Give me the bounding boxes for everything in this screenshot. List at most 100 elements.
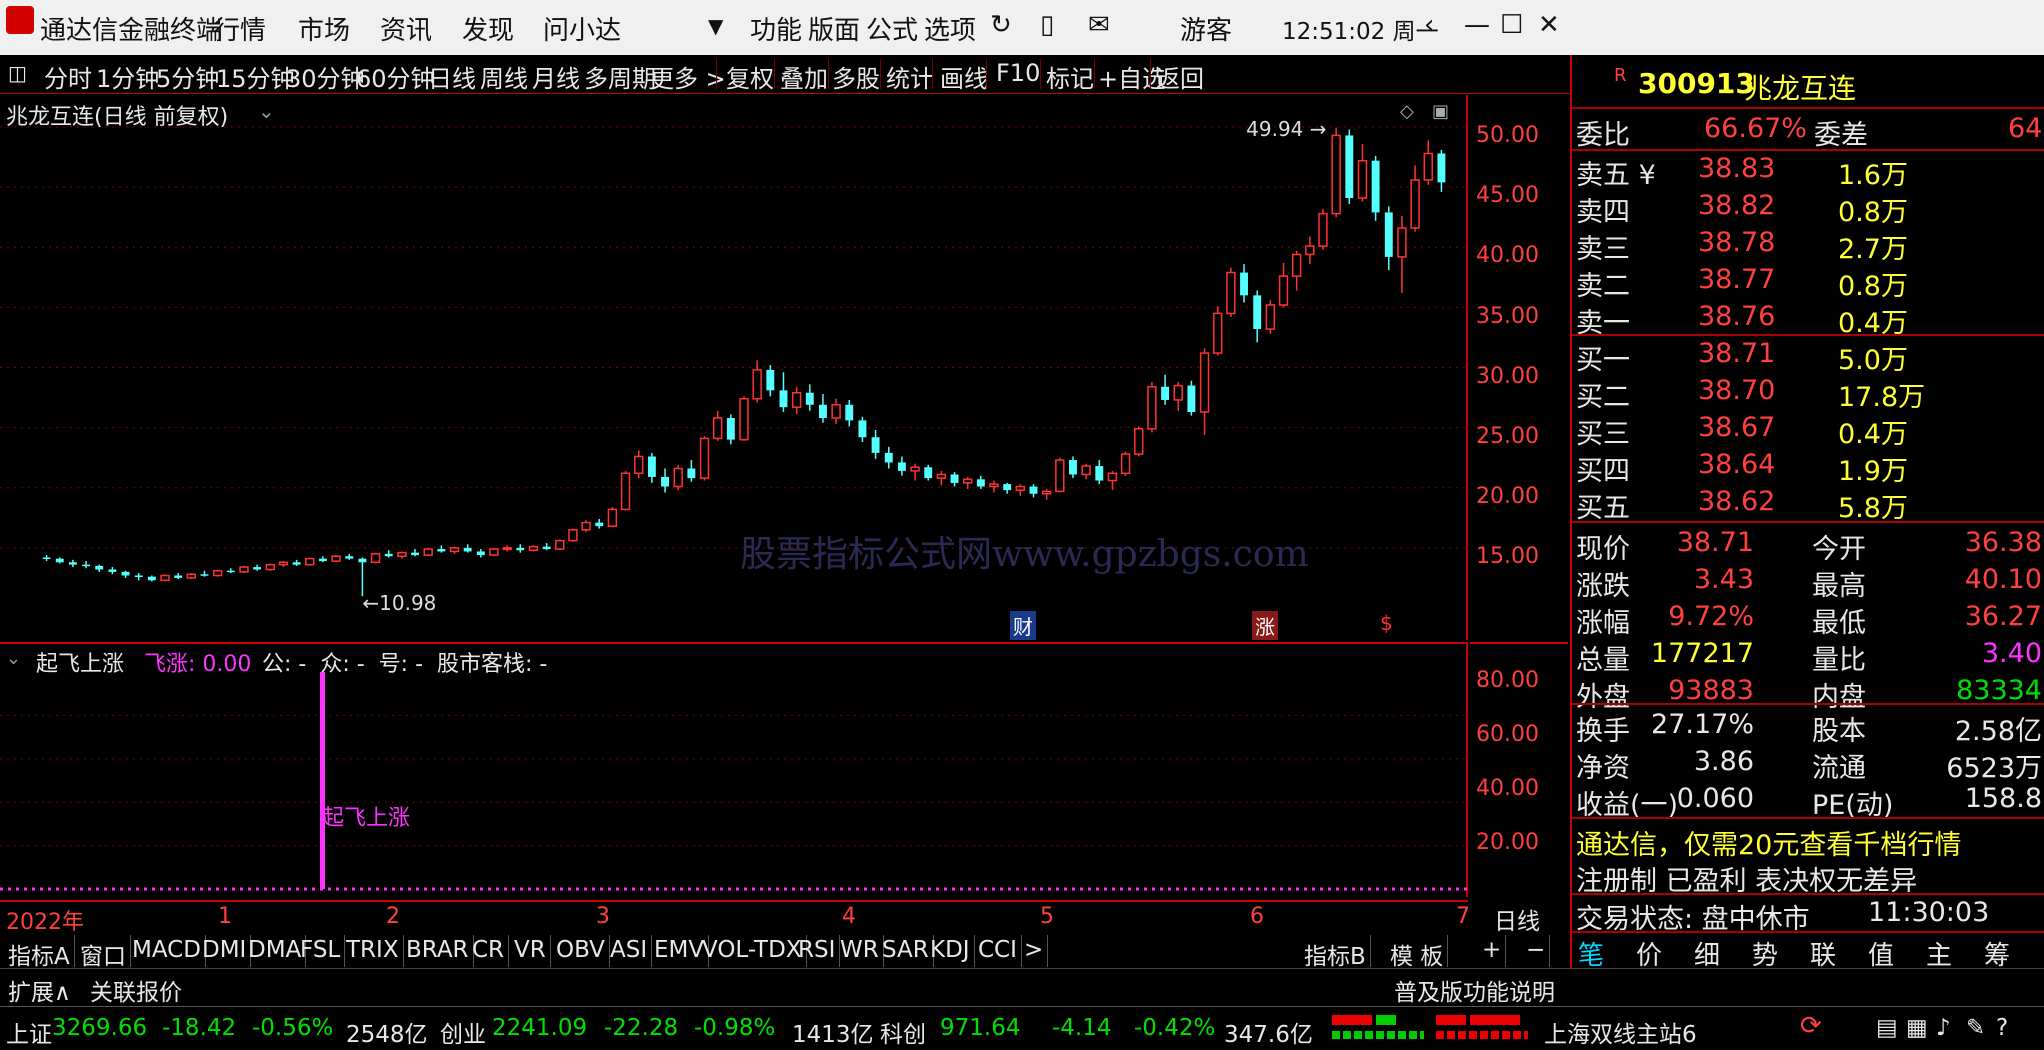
sidebar-toggle-icon[interactable]: ◫ [8,61,27,85]
toolbar-mark[interactable]: 标记 [1046,59,1094,94]
indicator-tab[interactable]: ASI [606,935,653,967]
menu-ask-xiaoda[interactable]: 问小达 [543,10,621,47]
back-chevron-icon[interactable]: ‹ [1424,10,1434,40]
menu-function[interactable]: 功能 [750,10,802,47]
indicator-tab[interactable]: FSL [296,935,346,967]
pin-icon[interactable]: ✎ [1966,1015,1985,1041]
indicator-tab[interactable]: TRIX [342,935,404,967]
detail-tab[interactable]: 笔 [1578,935,1604,972]
indicator-tab[interactable]: WR [836,935,884,967]
menu-formula[interactable]: 公式 [866,10,918,47]
indicator-tab-right[interactable]: 模 板 [1386,935,1449,970]
period-tab-daily[interactable]: 日线 [428,59,476,94]
toolbar-draw-line[interactable]: 画线 [940,59,988,94]
ask-level-row[interactable]: 卖四 38.82 0.8万 [1576,188,2042,228]
ask-level-row[interactable]: 卖二 38.77 0.8万 [1576,262,2042,302]
toolbar-multi-stock[interactable]: 多股 [832,59,880,94]
indicator-tab[interactable]: CR [468,935,510,967]
indicator-tab[interactable]: KDJ [926,935,975,967]
detail-tab[interactable]: 联 [1810,935,1836,972]
event-marker-finance[interactable]: 财 [1010,611,1036,640]
index-name[interactable]: 创业 [440,1015,486,1049]
indicator-tab[interactable]: VOL-TDX [698,935,807,967]
bid-level-row[interactable]: 买二 38.70 17.8万 [1576,373,2042,413]
menu-news[interactable]: 资讯 [380,10,432,47]
period-tab-60min[interactable]: 60分钟 [356,59,435,94]
event-marker-limit-up[interactable]: 涨 [1252,611,1278,640]
period-label[interactable]: 日线 [1494,902,1540,936]
index-name[interactable]: 上证 [6,1015,52,1049]
indicator-tab[interactable]: BRAR [402,935,474,967]
expand-button[interactable]: 扩展∧ [8,973,71,1007]
menu-discover[interactable]: 发现 [462,10,514,47]
bell-icon[interactable]: ♪ [1936,1015,1951,1041]
period-tab-weekly[interactable]: 周线 [480,59,528,94]
info-icon[interactable]: ? [1996,1015,2008,1041]
bid-level-row[interactable]: 买三 38.67 0.4万 [1576,410,2042,450]
event-marker-dollar[interactable]: $ [1380,611,1393,635]
menu-market[interactable]: 市场 [298,10,350,47]
period-tab-monthly[interactable]: 月线 [532,59,580,94]
diamond-icon[interactable]: ◇ [1400,101,1414,122]
phone-icon[interactable]: ▯ [1040,10,1054,40]
notes-icon[interactable]: ▤ [1876,1015,1898,1041]
detail-tab[interactable]: 势 [1752,935,1778,972]
menu-quotes[interactable]: 行情 [214,10,266,47]
main-kline-pane[interactable]: 49.94 → ←10.98 兆龙互连(日线 前复权) ⌄ ◇ ▣ 股票指标公式网… [0,95,1468,640]
indicator-tab[interactable]: > [1020,935,1049,967]
detail-tab[interactable]: 主 [1926,935,1952,972]
connection-refresh-icon[interactable]: ⟳ [1800,1011,1822,1041]
close-icon[interactable]: ✕ [1538,10,1560,40]
toolbar-overlay[interactable]: 叠加 [780,59,828,94]
toolbar-statistics[interactable]: 统计 [886,59,934,94]
indicator-tab-right[interactable]: − [1522,935,1551,967]
panel-toggle-icon[interactable]: ▣ [1432,101,1449,122]
user-label[interactable]: 游客 [1180,10,1232,47]
bid-level-row[interactable]: 买四 38.64 1.9万 [1576,447,2042,487]
period-tab-multi[interactable]: 多周期 [584,59,656,94]
bid-level-row[interactable]: 买五 38.62 5.8万 [1576,484,2042,524]
edition-info-link[interactable]: 普及版功能说明 [1394,973,1555,1007]
index-name[interactable]: 科创 [880,1015,926,1049]
grid-icon[interactable]: ▦ [1906,1015,1928,1041]
period-tab-1min[interactable]: 1分钟 [96,59,159,94]
dropdown-chevron-icon[interactable]: ▼ [708,14,723,38]
indicator-tab[interactable]: MACD [128,935,206,967]
ask-level-row[interactable]: 卖一 38.76 0.4万 [1576,299,2042,339]
indicator-tab[interactable]: 指标A [4,935,75,970]
indicator-tab[interactable]: RSI [794,935,841,967]
maximize-icon[interactable]: ☐ [1500,10,1523,40]
related-quote-button[interactable]: 关联报价 [90,973,182,1007]
toolbar-back[interactable]: 返回 [1156,59,1204,94]
detail-tab[interactable]: 筹 [1984,935,2010,972]
indicator-tab[interactable]: VR [510,935,551,967]
indicator-dropdown-icon[interactable]: ⌄ [6,648,21,669]
ad-line-1[interactable]: 通达信，仅需20元查看千档行情 [1576,821,2042,861]
ask-level-row[interactable]: 卖三 38.78 2.7万 [1576,225,2042,265]
detail-tab[interactable]: 细 [1694,935,1720,972]
ad-line-2[interactable]: 注册制 已盈利 表决权无差异 [1576,857,2042,897]
menu-options[interactable]: 选项 [924,10,976,47]
mail-icon[interactable]: ✉ [1088,10,1110,40]
refresh-icon[interactable]: ↻ [990,10,1012,40]
detail-tab[interactable]: 值 [1868,935,1894,972]
indicator-tab-right[interactable]: 指标B [1300,935,1371,970]
menu-layout[interactable]: 版面 [808,10,860,47]
toolbar-f10[interactable]: F10 [996,59,1040,87]
bid-level-row[interactable]: 买一 38.71 5.0万 [1576,336,2042,376]
detail-tab[interactable]: 价 [1636,935,1662,972]
toolbar-restore-rights[interactable]: 复权 [726,59,774,94]
indicator-tab[interactable]: 窗口 [76,935,131,970]
period-tab-30min[interactable]: 30分钟 [286,59,365,94]
minimize-icon[interactable]: — [1464,10,1490,40]
period-tab-more[interactable]: 更多 > [650,59,726,94]
ask-level-row[interactable]: 卖五 ¥38.83 1.6万 [1576,151,2042,191]
period-tab-fenshi[interactable]: 分时 [44,59,92,94]
chart-title-dropdown-icon[interactable]: ⌄ [258,99,275,123]
indicator-pane[interactable]: ⌄ 起飞上涨 飞涨: 0.00 公: - 众: - 号: - 股市客栈: - 起… [0,642,1468,897]
period-tab-5min[interactable]: 5分钟 [156,59,219,94]
indicator-tab[interactable]: OBV [552,935,610,967]
indicator-tab[interactable]: CCI [974,935,1022,967]
indicator-tab-right[interactable]: + [1478,935,1507,967]
server-name[interactable]: 上海双线主站6 [1544,1015,1697,1049]
